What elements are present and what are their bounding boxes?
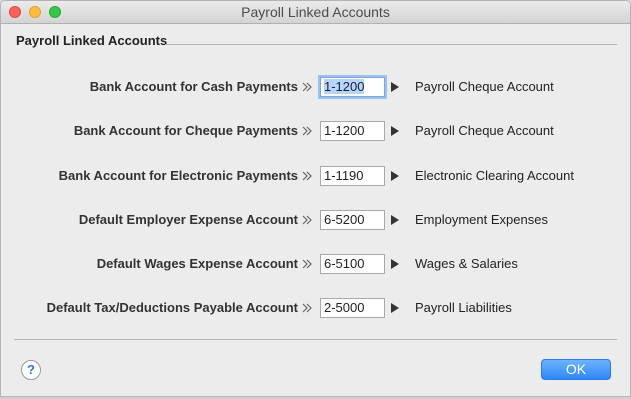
linked-account-row: Default Employer Expense Account 6-5200 …: [1, 210, 630, 232]
row-label: Default Wages Expense Account: [96, 256, 298, 271]
double-chevron-icon: [302, 215, 312, 225]
help-button[interactable]: ?: [21, 360, 41, 380]
row-label: Bank Account for Cheque Payments: [73, 123, 298, 138]
zoom-arrow-icon[interactable]: [390, 170, 400, 182]
linked-account-row: Bank Account for Cash Payments 1-1200 Pa…: [1, 77, 630, 99]
account-number-input[interactable]: 6-5100: [320, 254, 385, 274]
account-name: Payroll Cheque Account: [415, 123, 554, 138]
footer-divider: [14, 339, 617, 340]
account-name: Electronic Clearing Account: [415, 168, 574, 183]
double-chevron-icon: [302, 82, 312, 92]
account-number-value: 1-1200: [324, 79, 365, 94]
payroll-linked-accounts-window: Payroll Linked Accounts Payroll Linked A…: [0, 0, 631, 397]
row-label: Bank Account for Electronic Payments: [58, 168, 298, 183]
double-chevron-icon: [302, 126, 312, 136]
zoom-arrow-icon[interactable]: [390, 81, 400, 93]
account-number-input[interactable]: 2-5000: [320, 298, 385, 318]
double-chevron-icon: [302, 171, 312, 181]
group-divider: [165, 44, 617, 45]
account-number-input[interactable]: 1-1200: [320, 121, 385, 141]
title-bar: Payroll Linked Accounts: [1, 1, 630, 24]
window-title: Payroll Linked Accounts: [241, 4, 390, 20]
linked-account-row: Bank Account for Cheque Payments 1-1200 …: [1, 121, 630, 143]
linked-account-row: Default Wages Expense Account 6-5100 Wag…: [1, 254, 630, 276]
ok-button[interactable]: OK: [541, 359, 611, 380]
zoom-arrow-icon[interactable]: [390, 125, 400, 137]
double-chevron-icon: [302, 303, 312, 313]
linked-account-row: Default Tax/Deductions Payable Account 2…: [1, 298, 630, 320]
account-name: Employment Expenses: [415, 212, 548, 227]
account-number-input[interactable]: 1-1190: [320, 166, 385, 186]
account-name: Wages & Salaries: [415, 256, 518, 271]
zoom-arrow-icon[interactable]: [390, 214, 400, 226]
account-number-input[interactable]: 6-5200: [320, 210, 385, 230]
row-label: Default Employer Expense Account: [78, 212, 298, 227]
double-chevron-icon: [302, 259, 312, 269]
group-label: Payroll Linked Accounts: [16, 33, 168, 48]
zoom-arrow-icon[interactable]: [390, 258, 400, 270]
row-label: Default Tax/Deductions Payable Account: [46, 300, 298, 315]
account-number-input[interactable]: 1-1200: [320, 77, 385, 97]
zoom-arrow-icon[interactable]: [390, 302, 400, 314]
account-name: Payroll Cheque Account: [415, 79, 554, 94]
row-label: Bank Account for Cash Payments: [89, 79, 298, 94]
account-name: Payroll Liabilities: [415, 300, 512, 315]
linked-account-row: Bank Account for Electronic Payments 1-1…: [1, 166, 630, 188]
